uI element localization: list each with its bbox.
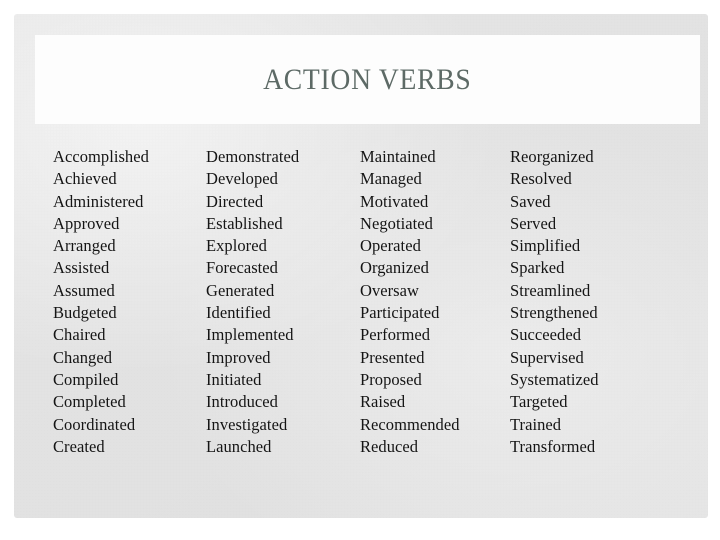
verb-column-1: Accomplished Achieved Administered Appro… bbox=[53, 146, 206, 458]
list-item: Targeted bbox=[510, 392, 568, 412]
page-title: ACTION VERBS bbox=[263, 63, 472, 96]
verb-column-2: Demonstrated Developed Directed Establis… bbox=[206, 146, 360, 458]
list-item: Negotiated bbox=[360, 213, 433, 233]
list-item: Supervised bbox=[510, 347, 584, 367]
list-item: Assisted bbox=[53, 258, 110, 278]
list-item: Succeeded bbox=[510, 325, 581, 345]
list-item: Compiled bbox=[53, 369, 119, 389]
list-item: Organized bbox=[360, 258, 429, 278]
list-item: Sparked bbox=[510, 258, 565, 278]
list-item: Introduced bbox=[206, 392, 278, 412]
list-item: Chaired bbox=[53, 325, 106, 345]
list-item: Performed bbox=[360, 325, 431, 345]
list-item: Completed bbox=[53, 392, 126, 412]
list-item: Implemented bbox=[206, 325, 294, 345]
slide-surface: ACTION VERBS Accomplished Achieved Admin… bbox=[14, 14, 708, 518]
list-item: Achieved bbox=[53, 169, 117, 189]
list-item: Systematized bbox=[510, 369, 599, 389]
list-item: Motivated bbox=[360, 191, 429, 211]
list-item: Budgeted bbox=[53, 303, 117, 323]
list-item: Launched bbox=[206, 436, 272, 456]
slide-root: ACTION VERBS Accomplished Achieved Admin… bbox=[0, 0, 720, 540]
list-item: Participated bbox=[360, 303, 440, 323]
list-item: Investigated bbox=[206, 414, 288, 434]
list-item: Resolved bbox=[510, 169, 572, 189]
list-item: Simplified bbox=[510, 236, 581, 256]
list-item: Oversaw bbox=[360, 280, 419, 300]
list-item: Streamlined bbox=[510, 280, 591, 300]
list-item: Trained bbox=[510, 414, 562, 434]
list-item: Approved bbox=[53, 213, 120, 233]
list-item: Arranged bbox=[53, 236, 116, 256]
list-item: Initiated bbox=[206, 369, 262, 389]
list-item: Improved bbox=[206, 347, 271, 367]
list-item: Reduced bbox=[360, 436, 419, 456]
verb-columns-container: Accomplished Achieved Administered Appro… bbox=[53, 146, 693, 458]
list-item: Raised bbox=[360, 392, 406, 412]
list-item: Administered bbox=[53, 191, 144, 211]
list-item: Strengthened bbox=[510, 303, 598, 323]
list-item: Transformed bbox=[510, 436, 596, 456]
list-item: Assumed bbox=[53, 280, 115, 300]
list-item: Developed bbox=[206, 169, 278, 189]
list-item: Generated bbox=[206, 280, 275, 300]
list-item: Established bbox=[206, 213, 283, 233]
list-item: Directed bbox=[206, 191, 264, 211]
list-item: Maintained bbox=[360, 147, 436, 166]
list-item: Forecasted bbox=[206, 258, 278, 278]
list-item: Operated bbox=[360, 236, 421, 256]
list-item: Explored bbox=[206, 236, 267, 256]
list-item: Accomplished bbox=[53, 147, 149, 166]
list-item: Coordinated bbox=[53, 414, 136, 434]
list-item: Managed bbox=[360, 169, 422, 189]
list-item: Created bbox=[53, 436, 105, 456]
list-item: Presented bbox=[360, 347, 425, 367]
list-item: Served bbox=[510, 213, 557, 233]
verb-column-4: Reorganized Resolved Saved Served Simpli… bbox=[510, 146, 690, 458]
list-item: Proposed bbox=[360, 369, 422, 389]
list-item: Demonstrated bbox=[206, 147, 300, 166]
list-item: Reorganized bbox=[510, 147, 594, 166]
verb-column-3: Maintained Managed Motivated Negotiated … bbox=[360, 146, 510, 458]
title-panel: ACTION VERBS bbox=[35, 35, 700, 124]
list-item: Changed bbox=[53, 347, 113, 367]
list-item: Identified bbox=[206, 303, 271, 323]
list-item: Recommended bbox=[360, 414, 460, 434]
list-item: Saved bbox=[510, 191, 551, 211]
